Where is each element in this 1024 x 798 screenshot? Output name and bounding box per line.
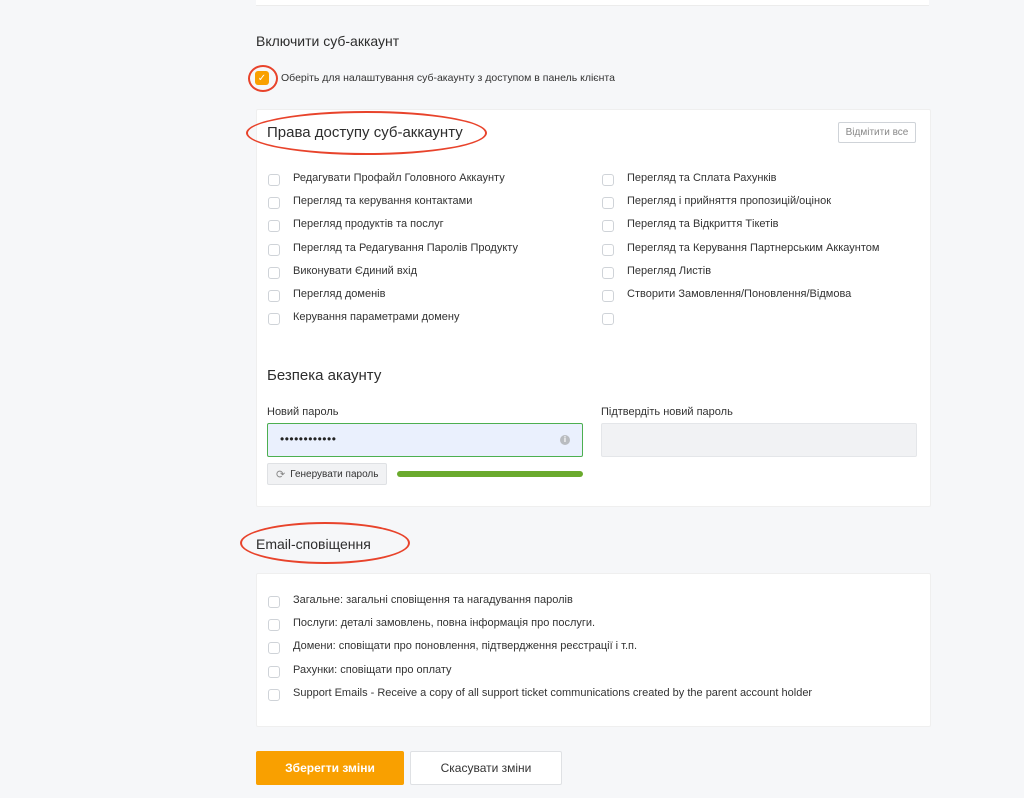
- permission-left-label: Редагувати Профайл Головного Аккаунту: [293, 172, 505, 184]
- permission-right-label: Перегляд та Сплата Рахунків: [627, 172, 777, 184]
- email-notification-label: Рахунки: сповіщати про оплату: [293, 663, 452, 676]
- permission-left-checkbox[interactable]: [268, 266, 280, 279]
- permission-left-checkbox[interactable]: [268, 197, 280, 210]
- email-notification-checkbox[interactable]: [268, 619, 280, 632]
- permission-left-label: Перегляд доменів: [293, 288, 386, 300]
- permission-right-checkbox[interactable]: [602, 266, 614, 279]
- permission-right-label: Перегляд і прийняття пропозицій/оцінок: [627, 195, 832, 208]
- permission-left-checkbox[interactable]: [268, 290, 280, 302]
- permission-left-checkbox[interactable]: [268, 220, 280, 233]
- new-password-label: Новий пароль: [267, 406, 339, 418]
- uncheck-all-button[interactable]: Відмітити все: [838, 122, 916, 143]
- permission-right-label: Перегляд та Відкриття Тікетів: [627, 218, 779, 231]
- email-notification-checkbox[interactable]: [268, 665, 280, 678]
- permission-left-label: Виконувати Єдиний вхід: [293, 264, 418, 277]
- info-icon[interactable]: i: [560, 435, 570, 445]
- email-notification-label: Загальне: загальні сповіщення та нагадув…: [293, 594, 573, 606]
- subaccount-checkbox[interactable]: ✓: [255, 71, 269, 85]
- permission-right-checkbox[interactable]: [602, 197, 614, 210]
- permissions-title: Права доступу суб-аккаунту: [267, 124, 463, 141]
- email-notification-label: Домени: сповіщати про поновлення, підтве…: [293, 640, 638, 653]
- email-notification-checkbox[interactable]: [268, 596, 280, 608]
- permission-right-checkbox[interactable]: [602, 174, 614, 186]
- permission-left-checkbox[interactable]: [268, 243, 280, 256]
- permission-right-checkbox[interactable]: [602, 243, 614, 256]
- subaccount-checkbox-label: Оберіть для налаштування суб-акаунту з д…: [281, 72, 615, 84]
- permission-right-label: Створити Замовлення/Поновлення/Відмова: [627, 288, 852, 300]
- email-title: Email-сповіщення: [256, 536, 371, 552]
- permission-left-label: Керування параметрами домену: [293, 311, 460, 324]
- email-notification-label: Послуги: деталі замовлень, повна інформа…: [293, 617, 596, 630]
- permission-right-checkbox[interactable]: [602, 290, 614, 302]
- permission-right-label: Перегляд та Керування Партнерським Аккау…: [627, 241, 880, 254]
- email-notification-checkbox[interactable]: [268, 688, 280, 701]
- confirm-password-label: Підтвердіть новий пароль: [601, 406, 733, 418]
- subaccount-title: Включити суб-аккаунт: [256, 33, 400, 49]
- permission-left-label: Перегляд та керування контактами: [293, 195, 473, 208]
- password-strength-bar: [397, 471, 583, 477]
- security-title: Безпека акаунту: [267, 367, 382, 384]
- password-value: ••••••••••••: [280, 432, 337, 446]
- permission-left-label: Перегляд та Редагування Паролів Продукту: [293, 241, 518, 254]
- generate-password-button[interactable]: ⟳ Генерувати пароль: [267, 463, 387, 485]
- password-strength-fill: [397, 471, 583, 477]
- permission-right-checkbox[interactable]: [602, 220, 614, 233]
- refresh-icon: ⟳: [276, 468, 286, 481]
- cancel-button[interactable]: Скасувати зміни: [410, 751, 562, 785]
- previous-section-card: [256, 0, 929, 6]
- new-password-field[interactable]: •••••••••••• i: [267, 423, 583, 457]
- permission-left-checkbox[interactable]: [268, 313, 280, 326]
- email-notification-label: Support Emails - Receive a copy of all s…: [293, 686, 813, 699]
- generate-password-label: Генерувати пароль: [290, 468, 379, 480]
- permission-right-checkbox[interactable]: [602, 313, 614, 326]
- check-icon: ✓: [257, 72, 267, 84]
- confirm-password-field[interactable]: [601, 423, 917, 457]
- permission-left-checkbox[interactable]: [268, 174, 280, 186]
- email-notification-checkbox[interactable]: [268, 642, 280, 655]
- save-button[interactable]: Зберегти зміни: [256, 751, 404, 785]
- permission-right-label: Перегляд Листів: [627, 264, 712, 277]
- permission-left-label: Перегляд продуктів та послуг: [293, 218, 444, 231]
